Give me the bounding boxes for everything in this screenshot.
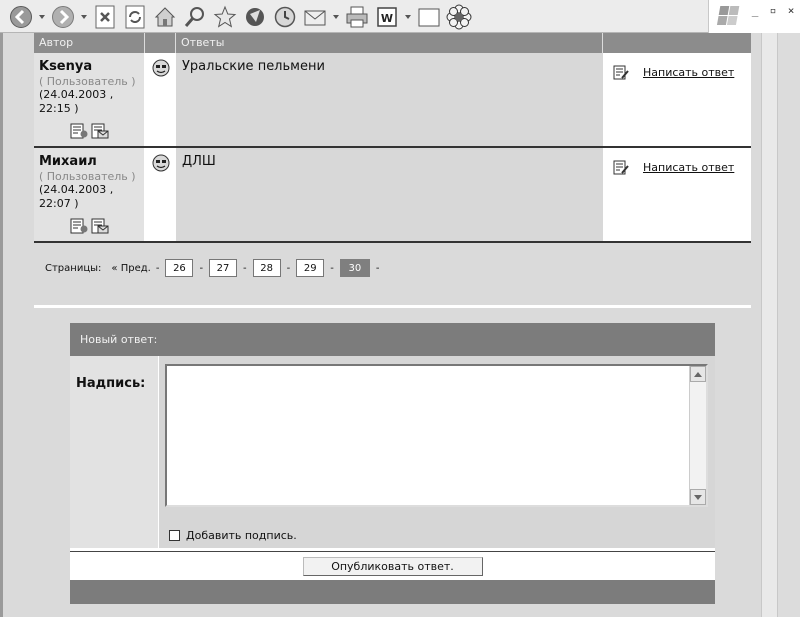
current-page: 30 [339,259,370,277]
page-link[interactable]: 27 [209,259,238,277]
smiley-icon [152,59,170,146]
page-left-border [0,33,3,617]
submit-row: Опубликовать ответ. [70,551,715,580]
table-row: Ksenya ( Пользователь ) (24.04.2003 , 22… [34,53,751,148]
author-cell: Михаил ( Пользователь ) (24.04.2003 , 22… [34,148,145,241]
media-icon[interactable] [242,4,268,30]
profile-icon[interactable] [70,218,88,234]
reply-icon[interactable] [613,65,629,85]
reply-link[interactable]: Написать ответ [643,161,734,174]
restore-icon[interactable]: ▫ [767,4,779,17]
header-author: Автор [34,33,145,53]
print-icon[interactable] [344,4,370,30]
forward-dropdown-icon[interactable] [80,4,88,30]
author-role: ( Пользователь ) [39,170,136,183]
signature-checkbox[interactable] [169,530,180,541]
page-link[interactable]: 28 [252,259,281,277]
signature-label[interactable]: Добавить подпись. [186,529,297,542]
blank-icon[interactable] [416,4,442,30]
smiley-icon [152,154,170,241]
author-name[interactable]: Михаил [39,154,139,169]
message-text: Уральские пельмени [176,53,603,146]
favorites-icon[interactable] [212,4,238,30]
search-icon[interactable] [182,4,208,30]
minimize-icon[interactable]: _ [749,4,761,17]
reply-icon[interactable] [613,160,629,180]
toolbar-buttons: W [8,4,476,30]
post-time: 22:15 ) [39,102,79,115]
profile-icon[interactable] [70,123,88,139]
scroll-down-icon[interactable] [690,489,706,505]
page-link[interactable]: 29 [296,259,325,277]
form-title: Новый ответ: [70,323,715,356]
new-reply-form: Новый ответ: Надпись: Добавить подпись. … [70,323,715,604]
mail-dropdown-icon[interactable] [332,4,340,30]
forward-icon[interactable] [50,4,76,30]
word-icon[interactable]: W [374,4,400,30]
word-dropdown-icon[interactable] [404,4,412,30]
history-icon[interactable] [272,4,298,30]
header-action [603,33,751,53]
textarea-scrollbar[interactable] [689,366,706,505]
field-area: Добавить подпись. [159,356,715,548]
browser-toolbar: W _ ▫ × [0,0,800,33]
back-icon[interactable] [8,4,34,30]
page-scrollbar-track[interactable] [761,33,778,617]
prev-page-link[interactable]: « Пред. [111,263,150,274]
pagination: Страницы: « Пред. - 26 - 27 - 28 - 29 - … [45,259,381,277]
stop-icon[interactable] [92,4,118,30]
table-row: Михаил ( Пользователь ) (24.04.2003 , 22… [34,148,751,243]
header-replies: Ответы [176,33,603,53]
form-footer [70,580,715,604]
post-date: (24.04.2003 , [39,88,114,101]
author-cell: Ksenya ( Пользователь ) (24.04.2003 , 22… [34,53,145,146]
reply-link[interactable]: Написать ответ [643,66,734,79]
close-icon[interactable]: × [785,4,797,17]
author-actions [70,123,112,139]
svg-text:W: W [381,12,393,25]
page-link[interactable]: 26 [165,259,194,277]
field-label: Надпись: [70,356,159,548]
author-name[interactable]: Ksenya [39,59,139,74]
forum-table: Автор Ответы Ksenya ( Пользователь ) (24… [34,33,751,243]
reply-cell: Написать ответ [603,53,751,146]
window-controls: _ ▫ × [708,0,800,33]
author-actions [70,218,112,234]
home-icon[interactable] [152,4,178,30]
table-header: Автор Ответы [34,33,751,53]
windows-logo-icon [713,2,743,30]
textarea-content [167,366,706,372]
publish-button[interactable]: Опубликовать ответ. [302,556,483,576]
message-text: ДЛШ [176,148,603,241]
smiley-cell [145,53,176,146]
divider [34,305,751,308]
flower-icon[interactable] [446,4,472,30]
message-icon[interactable] [91,123,109,139]
message-icon[interactable] [91,218,109,234]
smiley-cell [145,148,176,241]
back-dropdown-icon[interactable] [38,4,46,30]
form-body: Надпись: Добавить подпись. [70,356,715,548]
scroll-up-icon[interactable] [690,366,706,382]
header-icon [145,33,176,53]
post-time: 22:07 ) [39,197,79,210]
refresh-icon[interactable] [122,4,148,30]
author-role: ( Пользователь ) [39,75,136,88]
pagination-label: Страницы: [45,262,102,274]
post-date: (24.04.2003 , [39,183,114,196]
message-textarea[interactable] [165,364,708,507]
mail-icon[interactable] [302,4,328,30]
reply-cell: Написать ответ [603,148,751,241]
signature-option[interactable]: Добавить подпись. [169,529,297,542]
